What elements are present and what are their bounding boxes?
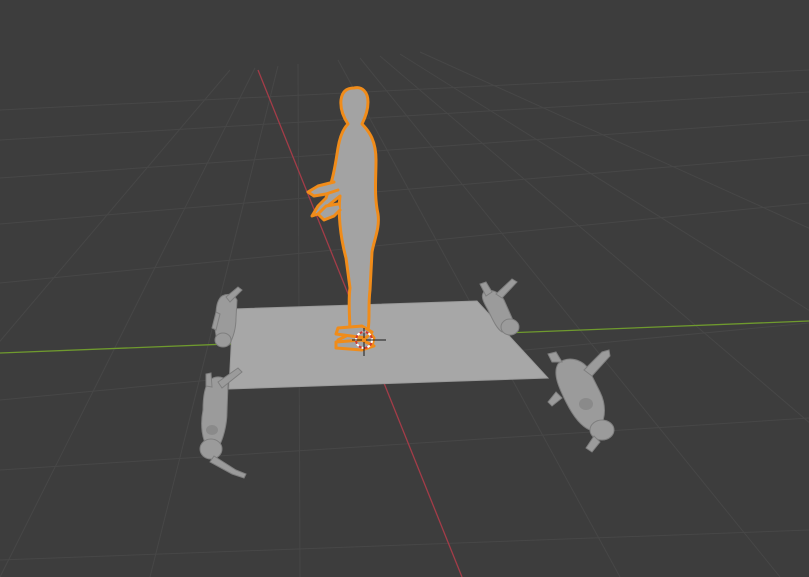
human-figure-lying-right-bottom[interactable] [547, 349, 615, 453]
object-origin-icon [362, 338, 366, 342]
viewport-canvas[interactable] [0, 0, 809, 577]
3d-viewport[interactable] [0, 0, 809, 577]
